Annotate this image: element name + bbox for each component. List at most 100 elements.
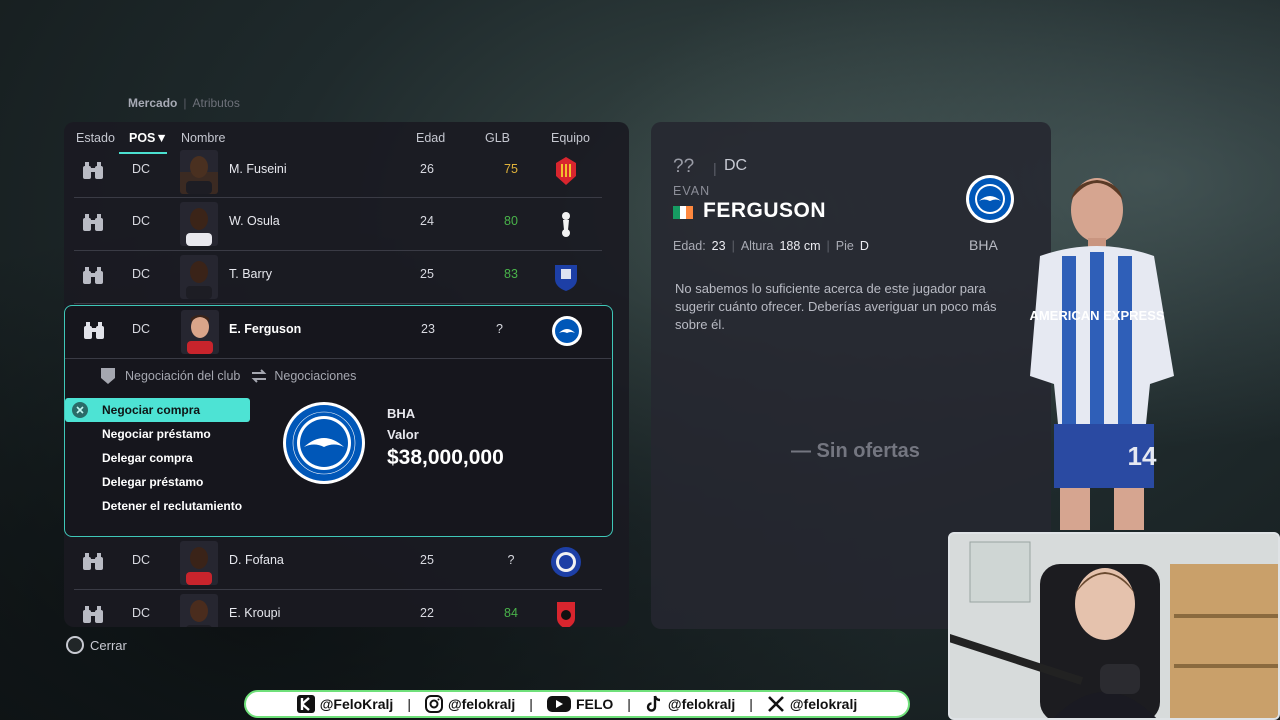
ireland-flag-icon xyxy=(673,206,694,219)
col-nombre[interactable]: Nombre xyxy=(181,131,225,145)
club-abbr: BHA xyxy=(387,406,416,421)
binoculars-icon xyxy=(84,322,104,339)
player-pos: DC xyxy=(132,214,151,228)
kick-icon xyxy=(296,695,315,713)
table-row[interactable]: DC M. Fuseini 26 75 xyxy=(74,146,602,198)
brighton-big-crest-icon xyxy=(283,402,365,484)
tiktok-icon xyxy=(646,695,660,712)
player-age: 24 xyxy=(420,214,434,228)
player-list-panel: Estado POS▼ Nombre Edad GLB Equipo DC M.… xyxy=(64,122,629,627)
player-position: DC xyxy=(724,157,748,174)
player-age: 22 xyxy=(420,606,434,620)
player-avatar xyxy=(180,541,218,585)
menu-delegar-compra[interactable]: Delegar compra xyxy=(65,446,250,470)
social-youtube[interactable]: FELO xyxy=(546,695,613,713)
social-tiktok[interactable]: @felokralj xyxy=(645,695,735,713)
bournemouth-crest-icon xyxy=(557,602,575,627)
menu-negociar-compra[interactable]: Negociar compra xyxy=(65,398,250,422)
social-kick[interactable]: @FeloKralj xyxy=(296,695,393,713)
col-equipo[interactable]: Equipo xyxy=(551,131,590,145)
circle-button-icon xyxy=(66,636,84,654)
player-avatar xyxy=(181,310,219,354)
social-x[interactable]: @felokralj xyxy=(767,695,857,713)
player-avatar xyxy=(180,150,218,194)
menu-detener-reclutamiento[interactable]: Detener el reclutamiento xyxy=(65,494,250,518)
shirt-number: 14 xyxy=(1128,441,1157,471)
player-pos: DC xyxy=(132,553,151,567)
club-abbr: BHA xyxy=(969,237,998,253)
swap-arrows-icon xyxy=(251,369,267,383)
player-bio: Edad: 23 | Altura 188 cm | Pie D xyxy=(673,239,869,253)
tab-negotiations[interactable]: Negociaciones xyxy=(250,368,356,384)
close-button[interactable]: Cerrar xyxy=(66,636,127,654)
cross-button-icon xyxy=(72,402,88,418)
player-name: M. Fuseini xyxy=(229,162,287,176)
player-avatar xyxy=(180,202,218,246)
col-glb[interactable]: GLB xyxy=(485,131,510,145)
col-edad[interactable]: Edad xyxy=(416,131,445,145)
binoculars-icon xyxy=(83,162,103,179)
player-age: 23 xyxy=(421,322,435,336)
binoculars-icon xyxy=(83,214,103,231)
tab-atributos[interactable]: Atributos xyxy=(192,96,239,110)
player-name: T. Barry xyxy=(229,267,273,281)
player-first-name: EVAN xyxy=(673,184,711,198)
menu-negociar-prestamo[interactable]: Negociar préstamo xyxy=(65,422,250,446)
tab-club-negotiation[interactable]: Negociación del club xyxy=(101,368,240,384)
chelsea-crest-icon xyxy=(551,547,581,577)
sub-tabs: Negociación del club Negociaciones xyxy=(101,368,356,384)
col-estado[interactable]: Estado xyxy=(76,131,115,145)
player-pos: DC xyxy=(132,162,151,176)
social-instagram[interactable]: @felokralj xyxy=(424,695,515,713)
instagram-icon xyxy=(424,695,443,713)
table-row-selected[interactable]: DC E. Ferguson 23 ? xyxy=(65,306,611,359)
player-pos: DC xyxy=(132,322,151,336)
expanded-player-card: DC E. Ferguson 23 ? Negociación del club… xyxy=(64,305,613,537)
player-avatar xyxy=(180,594,218,627)
player-last-name: FERGUSON xyxy=(703,199,827,222)
player-age: 26 xyxy=(420,162,434,176)
player-name: E. Ferguson xyxy=(229,322,302,336)
social-media-bar: @FeloKralj | @felokralj | FELO | @felokr… xyxy=(244,690,910,718)
webcam-overlay xyxy=(948,532,1280,720)
player-name: D. Fofana xyxy=(229,553,284,567)
player-age: 25 xyxy=(420,553,434,567)
player-ovr: 80 xyxy=(504,214,518,228)
separator: | xyxy=(713,160,717,176)
top-tabs: Mercado | Atributos xyxy=(128,96,240,110)
sponsor-text: AMERICAN EXPRESS xyxy=(1029,308,1164,323)
player-pos: DC xyxy=(132,606,151,620)
player-ovr: 83 xyxy=(504,267,518,281)
close-label: Cerrar xyxy=(90,637,127,653)
streamer-image xyxy=(950,534,1278,718)
player-ovr: 75 xyxy=(504,162,518,176)
table-row[interactable]: DC T. Barry 25 83 xyxy=(74,251,602,304)
tottenham-crest-icon xyxy=(562,212,570,237)
brighton-crest-icon xyxy=(966,175,1014,223)
everton-crest-icon xyxy=(555,265,577,291)
player-name: W. Osula xyxy=(229,214,280,228)
player-ovr: 84 xyxy=(504,606,518,620)
binoculars-icon xyxy=(83,267,103,284)
player-avatar xyxy=(180,255,218,299)
mallorca-crest-icon xyxy=(556,157,576,185)
player-name: E. Kroupi xyxy=(229,606,281,620)
player-pos: DC xyxy=(132,267,151,281)
player-age: 25 xyxy=(420,267,434,281)
player-ovr: ? xyxy=(507,553,515,567)
club-info: BHA Valor $38,000,000 xyxy=(387,406,504,470)
youtube-icon xyxy=(546,696,571,712)
brighton-crest-icon xyxy=(552,316,582,346)
player-overall: ?? xyxy=(673,156,695,177)
tab-mercado[interactable]: Mercado xyxy=(128,96,177,110)
no-offers-label: — Sin ofertas xyxy=(791,440,920,462)
table-row[interactable]: DC E. Kroupi 22 84 xyxy=(74,590,602,627)
player-render-image: AMERICAN EXPRESS 14 xyxy=(1029,178,1174,530)
table-row[interactable]: DC W. Osula 24 80 xyxy=(74,198,602,251)
value-label: Valor xyxy=(387,427,419,442)
sort-down-icon: ▼ xyxy=(155,131,168,145)
menu-delegar-prestamo[interactable]: Delegar préstamo xyxy=(65,470,250,494)
action-menu: Negociar compra Negociar préstamo Delega… xyxy=(65,398,250,518)
col-pos[interactable]: POS▼ xyxy=(129,131,168,145)
table-row[interactable]: DC D. Fofana 25 ? xyxy=(74,537,602,590)
